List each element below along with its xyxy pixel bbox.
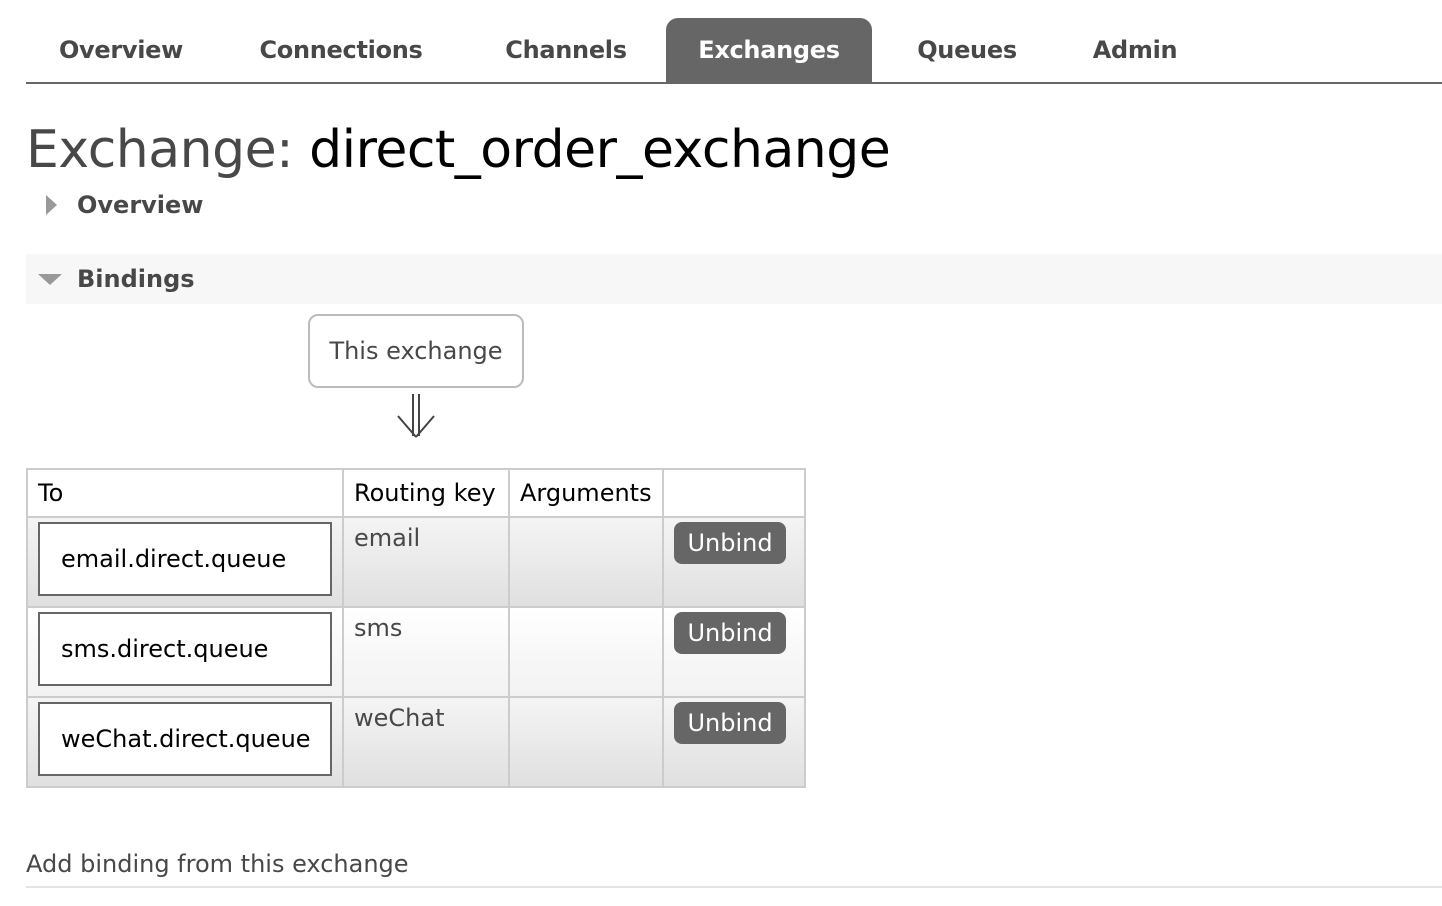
column-header-to: To <box>26 468 344 518</box>
cell-actions: Unbind <box>662 606 806 698</box>
cell-to: email.direct.queue <box>26 516 344 608</box>
cell-routing-key: weChat <box>342 696 510 788</box>
column-header-routing-key: Routing key <box>342 468 510 518</box>
queue-link[interactable]: email.direct.queue <box>38 522 332 596</box>
tab-queues[interactable]: Queues <box>872 18 1062 82</box>
bindings-table: To Routing key Arguments email.direct.qu… <box>26 468 806 788</box>
cell-to: weChat.direct.queue <box>26 696 344 788</box>
page-title-label: Exchange: <box>26 120 294 180</box>
this-exchange-box: This exchange <box>308 314 524 388</box>
cell-arguments <box>508 696 664 788</box>
page-title: Exchange: direct_order_exchange <box>26 120 891 180</box>
nav-tabs: Overview Connections Channels Exchanges … <box>26 18 1442 82</box>
cell-to: sms.direct.queue <box>26 606 344 698</box>
triangle-down-icon <box>38 273 62 285</box>
column-header-arguments: Arguments <box>508 468 664 518</box>
tab-admin[interactable]: Admin <box>1062 18 1208 82</box>
table-header-row: To Routing key Arguments <box>26 468 806 518</box>
cell-routing-key: email <box>342 516 510 608</box>
table-row: weChat.direct.queue weChat Unbind <box>26 696 806 788</box>
section-overview-toggle[interactable]: Overview <box>26 180 426 230</box>
section-bindings-label: Bindings <box>77 265 195 293</box>
unbind-button[interactable]: Unbind <box>674 612 786 654</box>
triangle-right-icon <box>46 195 57 215</box>
table-row: email.direct.queue email Unbind <box>26 516 806 608</box>
tab-exchanges[interactable]: Exchanges <box>666 18 872 82</box>
cell-arguments <box>508 516 664 608</box>
tab-channels[interactable]: Channels <box>466 18 666 82</box>
unbind-button[interactable]: Unbind <box>674 702 786 744</box>
section-bindings-toggle[interactable]: Bindings <box>26 254 1442 304</box>
section-overview-label: Overview <box>77 191 204 219</box>
column-header-actions <box>662 468 806 518</box>
table-row: sms.direct.queue sms Unbind <box>26 606 806 698</box>
add-binding-section-toggle[interactable]: Add binding from this exchange <box>26 850 1442 888</box>
tab-connections[interactable]: Connections <box>216 18 466 82</box>
cell-actions: Unbind <box>662 516 806 608</box>
cell-arguments <box>508 606 664 698</box>
queue-link[interactable]: sms.direct.queue <box>38 612 332 686</box>
unbind-button[interactable]: Unbind <box>674 522 786 564</box>
double-down-arrow-icon <box>397 394 435 438</box>
cell-routing-key: sms <box>342 606 510 698</box>
cell-actions: Unbind <box>662 696 806 788</box>
tab-overview[interactable]: Overview <box>26 18 216 82</box>
queue-link[interactable]: weChat.direct.queue <box>38 702 332 776</box>
main-nav: Overview Connections Channels Exchanges … <box>26 18 1442 84</box>
exchange-name: direct_order_exchange <box>309 120 891 180</box>
